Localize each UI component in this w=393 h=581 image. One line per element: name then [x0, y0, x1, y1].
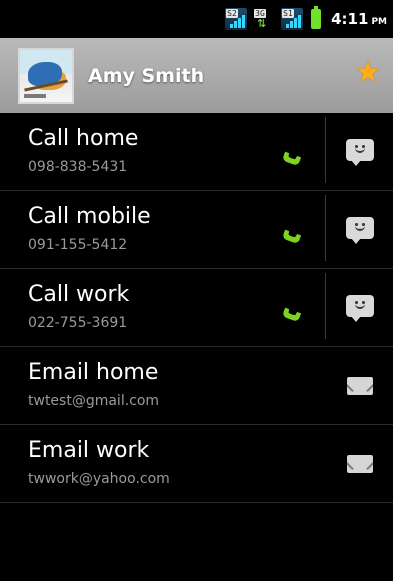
row-title: Call home — [28, 126, 139, 151]
sms-icon[interactable] — [346, 295, 374, 322]
phone-icon[interactable] — [276, 213, 306, 243]
signal-strength-icon-2: S1 — [281, 8, 304, 30]
row-subtitle: twwork@yahoo.com — [28, 471, 170, 487]
row-divider — [325, 117, 326, 183]
status-clock: 4:11 PM — [331, 10, 387, 28]
status-bar: S2 3G ⇅ S1 4:11 PM — [0, 0, 393, 38]
row-divider — [325, 273, 326, 339]
sms-icon[interactable] — [346, 217, 374, 244]
email-home-row[interactable]: Email home twtest@gmail.com — [0, 347, 393, 425]
row-title: Email work — [28, 438, 150, 463]
call-work-row[interactable]: Call work 022-755-3691 — [0, 269, 393, 347]
favorite-star-icon[interactable]: ★ — [353, 58, 383, 88]
call-home-row[interactable]: Call home 098-838-5431 — [0, 113, 393, 191]
contact-name: Amy Smith — [88, 64, 205, 87]
battery-icon — [311, 6, 322, 29]
row-title: Call work — [28, 282, 130, 307]
phone-icon[interactable] — [276, 291, 306, 321]
clock-time: 4:11 — [331, 10, 369, 28]
data-connection-icon: 3G ⇅ — [254, 9, 266, 30]
contact-methods-list: Call home 098-838-5431 Call mobile 091-1… — [0, 113, 393, 503]
row-subtitle: 022-755-3691 — [28, 315, 128, 331]
email-icon[interactable] — [347, 455, 373, 473]
row-subtitle: twtest@gmail.com — [28, 393, 160, 409]
email-work-row[interactable]: Email work twwork@yahoo.com — [0, 425, 393, 503]
sms-icon[interactable] — [346, 139, 374, 166]
row-title: Email home — [28, 360, 159, 385]
contact-avatar[interactable] — [18, 47, 74, 104]
signal-strength-icon: S2 — [225, 8, 248, 30]
row-divider — [325, 195, 326, 261]
row-subtitle: 098-838-5431 — [28, 159, 128, 175]
row-title: Call mobile — [28, 204, 151, 229]
call-mobile-row[interactable]: Call mobile 091-155-5412 — [0, 191, 393, 269]
phone-icon[interactable] — [276, 135, 306, 165]
row-subtitle: 091-155-5412 — [28, 237, 128, 253]
email-icon[interactable] — [347, 377, 373, 395]
contact-header: Amy Smith ★ — [0, 38, 393, 113]
clock-ampm: PM — [371, 17, 387, 27]
